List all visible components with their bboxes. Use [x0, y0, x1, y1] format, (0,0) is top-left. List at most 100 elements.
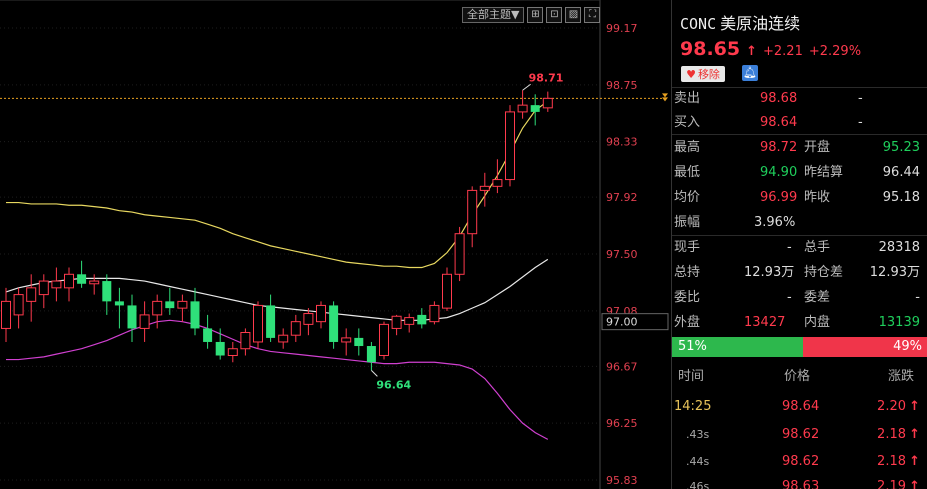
candle-body	[51, 280, 62, 289]
candle-body	[391, 315, 402, 329]
y-tick-label: 96.25	[606, 417, 638, 430]
up-arrow-icon: ↑	[909, 399, 920, 414]
bell-icon[interactable]: 🔔︎	[742, 65, 758, 81]
outer-inner-row: 外盘 13427 内盘 13139	[672, 310, 927, 335]
up-arrow-icon: ↑	[909, 427, 920, 442]
instrument-code: CONC	[680, 15, 717, 33]
high-price-label: 98.71	[529, 71, 564, 84]
diff-label: 委差	[804, 290, 831, 305]
amp-label: 振幅	[674, 215, 701, 230]
candle-body	[492, 179, 503, 187]
diff-value: -	[915, 290, 920, 305]
candle-body	[341, 337, 352, 343]
heart-icon: ♥	[686, 67, 696, 81]
buy-price: 98.64	[760, 115, 798, 130]
amp-value: 3.96%	[754, 215, 796, 230]
price-change-pct: +2.29%	[808, 44, 862, 59]
open-label: 开盘	[804, 140, 831, 155]
open-value: 95.23	[882, 140, 920, 155]
candle-body	[89, 280, 100, 285]
candle-body	[366, 346, 376, 363]
tick-change: 2.19	[877, 479, 906, 489]
change-header: 涨跌	[887, 369, 914, 384]
outer-inner-bar: 51% 49%	[672, 337, 927, 357]
candle-body	[13, 294, 24, 316]
prev-close-value: 95.18	[882, 190, 920, 205]
y-tick-label: 95.83	[606, 474, 638, 487]
candle-body	[517, 104, 528, 113]
buy-label: 买入	[674, 115, 701, 130]
instrument-name: 美原油连续	[720, 14, 801, 33]
tick-change: 2.18	[877, 454, 906, 469]
cur-value: -	[787, 240, 792, 255]
candle-body	[165, 301, 175, 309]
up-arrow-icon: ↑	[909, 479, 920, 489]
candle-body	[479, 185, 490, 191]
candle-body	[215, 341, 225, 356]
candle-body	[467, 189, 478, 235]
candle-body	[354, 337, 364, 347]
up-arrow-icon: ↑	[909, 454, 920, 469]
high-value: 98.72	[760, 140, 798, 155]
candle-body	[303, 313, 314, 325]
last-price-marker-icon	[662, 93, 668, 98]
outer-label: 外盘	[674, 315, 701, 330]
tick-price: 98.62	[782, 427, 820, 442]
candle-body	[429, 304, 440, 323]
price-row: 98.65 ↑ +2.21 +2.29%	[680, 38, 861, 60]
hold-diff-label: 持仓差	[804, 265, 844, 280]
avg-label: 均价	[674, 190, 701, 205]
ratio-label: 委比	[674, 290, 701, 305]
candle-body	[240, 331, 251, 350]
tick-header: 时间 价格 涨跌	[672, 366, 927, 388]
prev-settle-value: 96.44	[882, 165, 920, 180]
inner-pct-bar: 49%	[802, 337, 927, 357]
outer-pct-bar: 51%	[672, 337, 803, 357]
theme-selector-button[interactable]: 全部主题▼	[462, 7, 525, 23]
last-price-marker-icon	[662, 97, 668, 102]
fullscreen-icon[interactable]: ⛶	[584, 7, 601, 23]
tick-row: .46s 98.63 2.19 ↑	[672, 474, 927, 489]
picture-icon[interactable]: ▨	[565, 7, 582, 23]
candle-body	[38, 280, 49, 296]
low-settle-row: 最低 94.90 昨结算 96.44	[672, 160, 927, 185]
candle-body	[152, 300, 163, 316]
reset-icon[interactable]: ⊡	[546, 7, 563, 23]
total-value: 28318	[878, 240, 920, 255]
inner-label: 内盘	[804, 315, 831, 330]
tick-price: 98.62	[782, 454, 820, 469]
buy-row: 买入 98.64 -	[672, 110, 927, 135]
price-header: 价格	[784, 369, 811, 384]
candle-body	[26, 287, 37, 302]
tick-price: 98.63	[782, 479, 820, 489]
candle-body	[329, 305, 339, 342]
ma-magenta-line	[6, 319, 549, 440]
ratio-row: 委比 - 委差 -	[672, 285, 927, 310]
tick-price: 98.64	[782, 399, 820, 414]
candle-body	[278, 334, 289, 343]
tick-change: 2.18	[877, 427, 906, 442]
kline-svg[interactable]: 99.1798.7598.3397.9297.5097.0897.0096.67…	[0, 0, 671, 489]
remove-watchlist-button[interactable]: ♥ 移除	[681, 66, 725, 82]
kline-chart[interactable]: 99.17 98.75 98.33 97.92 97.50 97.08 97.00 96.67…	[0, 0, 671, 489]
grid-icon[interactable]: ⊞	[527, 7, 544, 23]
candle-body	[505, 111, 515, 181]
candle-body	[253, 304, 263, 343]
remove-label: 移除	[697, 68, 720, 81]
candle-body	[177, 300, 188, 309]
tick-row: .43s 98.62 2.18 ↑	[672, 422, 927, 447]
candle-body	[542, 97, 553, 109]
y-tick-label: 96.67	[606, 360, 638, 373]
prev-settle-label: 昨结算	[804, 165, 844, 180]
candle-body	[139, 314, 150, 329]
y-tick-label: 99.17	[606, 22, 638, 35]
cur-label: 现手	[674, 240, 701, 255]
candle-body	[77, 274, 87, 284]
y-tick-label: 98.75	[606, 79, 638, 92]
candle-body	[442, 273, 452, 309]
y-tick-label: 97.00	[606, 316, 638, 329]
sell-price: 98.68	[760, 91, 798, 106]
candle-body	[203, 328, 213, 342]
candle-body	[530, 105, 540, 112]
avg-close-row: 均价 96.99 昨收 95.18	[672, 185, 927, 210]
